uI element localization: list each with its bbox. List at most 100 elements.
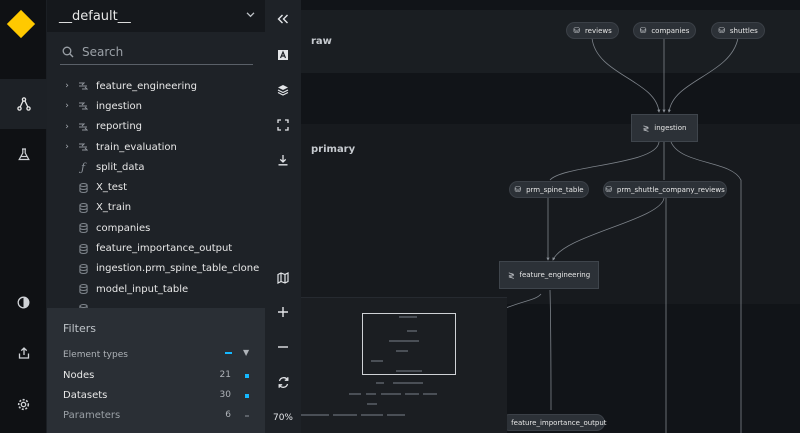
chevron-right-icon[interactable]: › [59,122,75,132]
sidebar-item-label: feature_engineering [96,80,197,92]
zoom-in-button[interactable] [265,297,301,327]
modular-pipeline-icon [76,142,90,152]
node-label: feature_engineering [519,271,591,279]
sidebar-item[interactable]: › train_evaluation [47,137,265,157]
database-icon [76,263,90,274]
toggle-layers-button[interactable] [265,75,301,105]
flowchart-canvas[interactable]: raw primary ⛁ reviews ⛁ companies ⛁ shuttle… [301,0,800,433]
sidebar-item[interactable] [47,299,265,308]
database-icon: ⛁ [718,26,725,35]
dataset-node-prm-spine-table[interactable]: ⛁ prm_spine_table [509,181,589,198]
sidebar-item[interactable]: › reporting [47,117,265,137]
expand-view-button[interactable] [265,110,301,140]
database-icon: ⛁ [573,26,580,35]
expand-icon [277,119,289,131]
filter-checkbox[interactable] [245,374,249,378]
sidebar-item[interactable]: › feature_engineering [47,76,265,96]
edge [505,293,542,309]
modular-pipeline-icon [76,81,90,91]
flowchart-nav-button[interactable] [0,79,47,129]
sidebar-item[interactable]: X_test [47,177,265,197]
pipeline-select[interactable]: __default__ [47,0,265,32]
dataset-node-reviews[interactable]: ⛁ reviews [566,22,619,39]
label-icon [278,50,288,60]
reset-zoom-button[interactable] [265,367,301,397]
toggle-labels-button[interactable] [265,40,301,70]
edge [667,37,739,113]
theme-toggle-button[interactable] [0,277,47,327]
filter-row-datasets[interactable]: Datasets 30 [63,390,253,401]
sidebar-item[interactable]: ingestion.prm_spine_table_clone [47,259,265,279]
collapse-arrow-icon[interactable]: ▼ [243,348,249,357]
dataset-node-feature-importance-output[interactable]: ⛁feature_importance_output [499,414,607,431]
dataset-node-shuttles[interactable]: ⛁ shuttles [711,22,765,39]
search-input[interactable]: Search [60,40,253,65]
refresh-icon [278,376,288,388]
element-types-toggle[interactable] [225,352,232,354]
sidebar-item[interactable]: companies [47,218,265,238]
database-icon [76,182,90,193]
sidebar-item[interactable]: › ingestion [47,96,265,116]
filter-count: 30 [219,390,231,400]
experiments-nav-button[interactable] [0,129,47,179]
sidebar-item-label: split_data [96,161,145,173]
node-label: prm_shuttle_company_reviews [616,185,725,194]
dataset-node-prm-shuttle-company-reviews[interactable]: ⛁ prm_shuttle_company_reviews [603,181,727,198]
minimap-viewport[interactable] [362,313,456,375]
export-icon [18,347,29,359]
zoom-out-button[interactable] [265,332,301,362]
sidebar-item[interactable]: model_input_table [47,279,265,299]
settings-button[interactable] [0,379,47,429]
chevron-right-icon[interactable]: › [59,101,75,111]
filter-checkbox[interactable] [245,394,249,398]
minimap-node [349,393,361,395]
database-icon: ⛁ [639,26,647,35]
minimap-node [393,382,423,384]
chevron-right-icon[interactable]: › [59,81,75,91]
minimap[interactable] [301,297,507,433]
database-icon: ⛁ [605,185,612,194]
filter-label: Parameters [63,410,121,421]
minimap-node [333,414,357,416]
sidebar-item-label: feature_importance_output [96,243,233,255]
node-label: shuttles [729,26,758,35]
chevron-down-icon [246,8,255,23]
filter-row-nodes[interactable]: Nodes 21 [63,370,253,381]
flask-icon [17,147,30,160]
dataset-node-companies[interactable]: ⛁ companies [633,22,696,39]
minimap-node [399,316,417,318]
chevron-right-icon[interactable]: › [59,142,75,152]
node-label: ingestion [654,124,687,132]
filters-panel: Filters Element types ▼ Nodes 21 Dataset… [47,308,265,433]
node-label: feature_importance_output [511,418,607,427]
pipeline-node-feature-engineering[interactable]: ≷ feature_engineering [499,261,599,289]
database-icon [76,243,90,254]
sidebar-item[interactable]: feature_importance_output [47,238,265,258]
minimap-node [389,340,419,342]
minimap-node [405,393,419,395]
node-label: companies [651,26,690,35]
plus-icon [278,307,288,317]
sidebar-item-label: train_evaluation [96,141,177,153]
toggle-minimap-button[interactable] [265,263,301,293]
minimap-node [407,330,417,332]
node-list: › feature_engineering › ingestion › reporting… [47,76,265,308]
node-label: reviews [584,26,612,35]
filter-count: 21 [219,370,231,380]
filters-title: Filters [63,322,96,335]
minimap-node [423,393,437,395]
filter-checkbox[interactable] [245,415,249,417]
sidebar-item-label: model_input_table [96,283,189,295]
sidebar-item[interactable]: X_train [47,198,265,218]
filter-row-parameters[interactable]: Parameters 6 [63,410,253,421]
modular-pipeline-icon [76,122,90,132]
download-button[interactable] [265,145,301,175]
database-icon [76,223,90,234]
export-button[interactable] [0,328,47,378]
sidebar-item[interactable]: ƒ split_data [47,157,265,177]
collapse-sidebar-button[interactable] [265,4,301,34]
zoom-level: 70% [272,413,293,423]
map-icon [277,272,289,284]
pipeline-node-ingestion[interactable]: ≷ ingestion [631,114,698,142]
edge [549,289,552,411]
